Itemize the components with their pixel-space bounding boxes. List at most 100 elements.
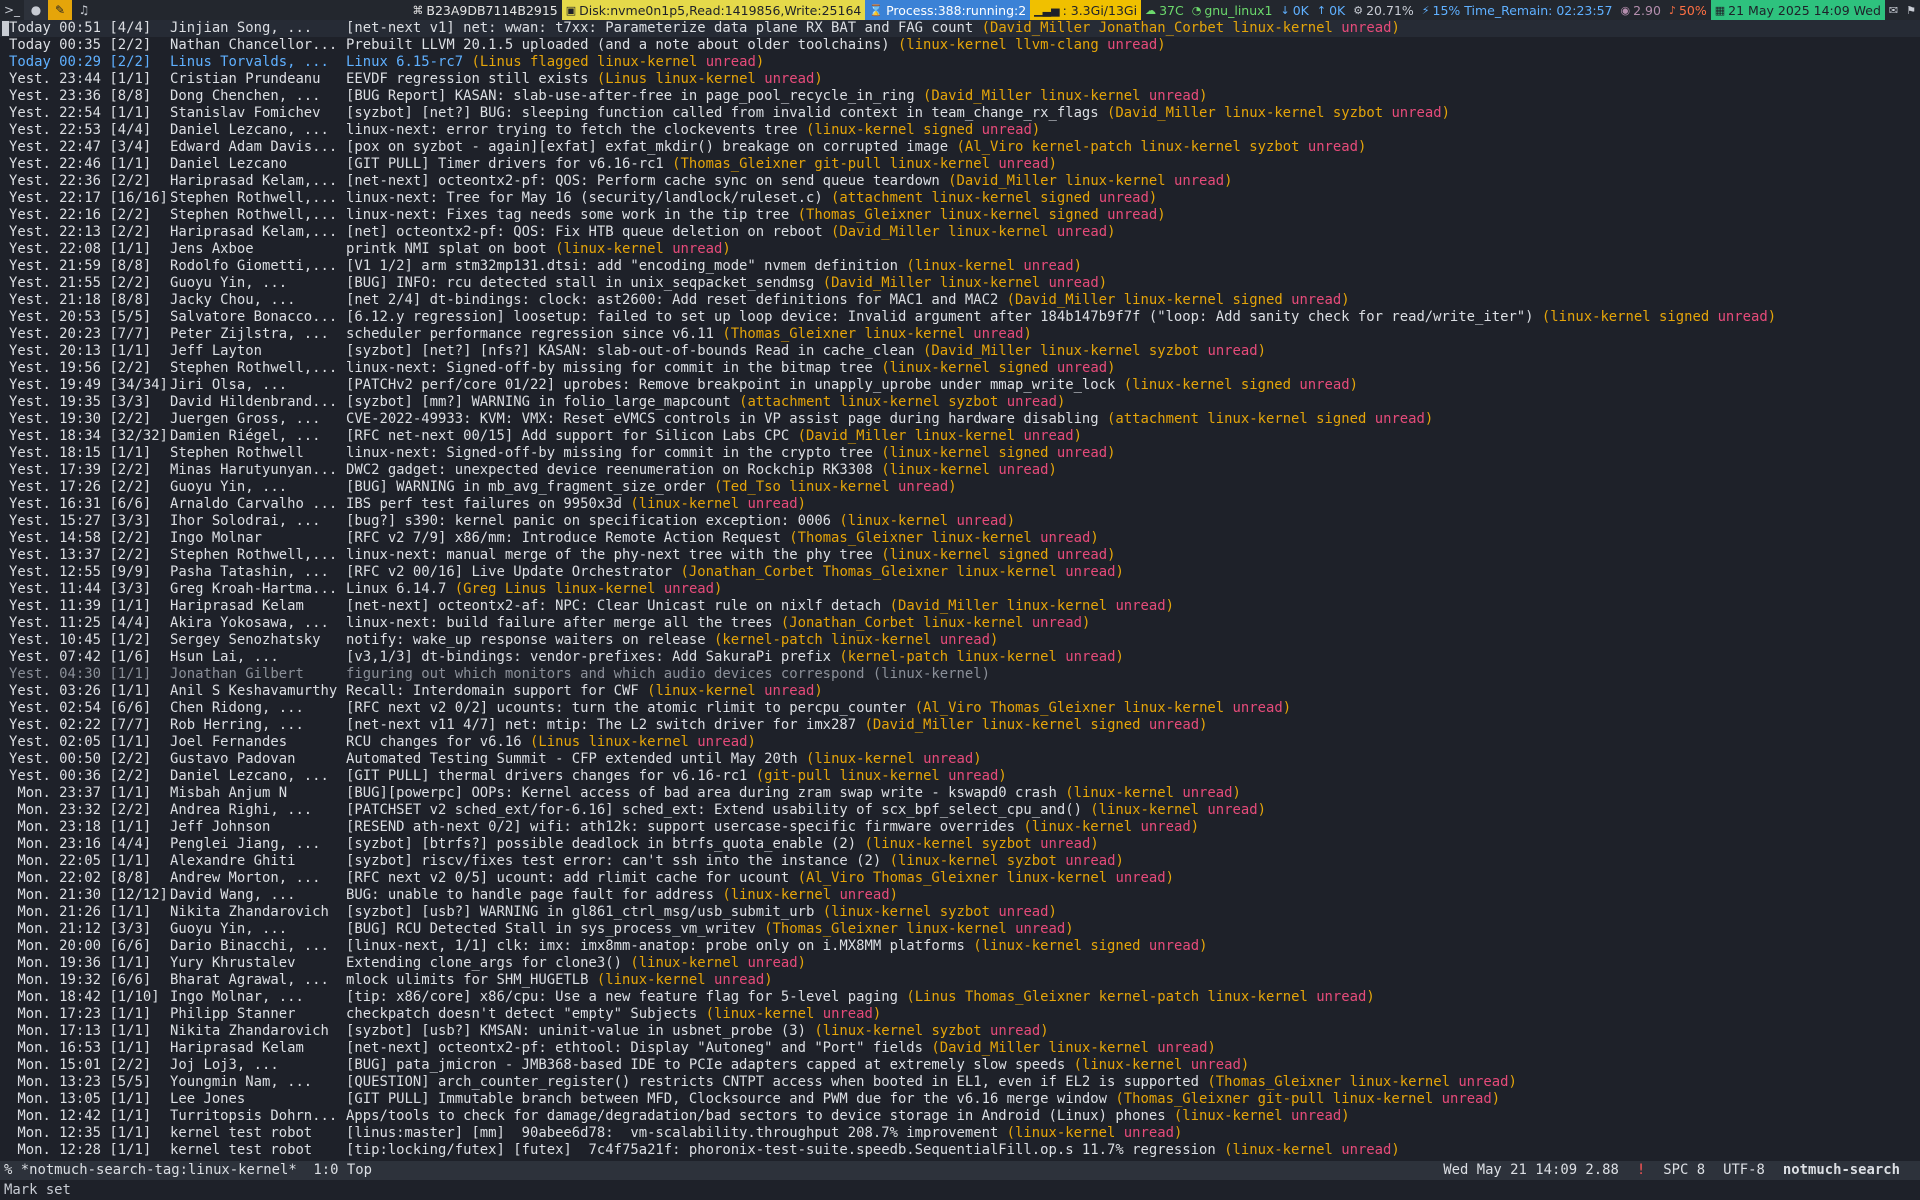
message-row[interactable]: Yest. 07:42 [1/6] Hsun Lai, ... [v3,1/3] d… <box>0 649 1920 666</box>
message-row[interactable]: Yest. 22:17 [16/16] Stephen Rothwell,... l… <box>0 190 1920 207</box>
message-row[interactable]: Yest. 02:05 [1/1] Joel Fernandes RCU chang… <box>0 734 1920 751</box>
message-row[interactable]: Yest. 21:18 [8/8] Jacky Chou, ... [net 2/4… <box>0 292 1920 309</box>
message-row[interactable]: Mon. 12:28 [1/1] kernel test robot [tip:lo… <box>0 1142 1920 1159</box>
message-row[interactable]: Mon. 16:53 [1/1] Hariprasad Kelam [net-nex… <box>0 1040 1920 1057</box>
message-row[interactable]: Yest. 19:35 [3/3] David Hildenbrand... [sy… <box>0 394 1920 411</box>
message-row[interactable]: Yest. 22:13 [2/2] Hariprasad Kelam,... [ne… <box>0 224 1920 241</box>
message-row[interactable]: Mon. 19:36 [1/1] Yury Khrustalev Extending… <box>0 955 1920 972</box>
up-rate-icon: ↑ <box>1316 3 1327 17</box>
workspace-music-icon[interactable]: ♫ <box>72 0 96 20</box>
workspace-editor-icon[interactable]: ✎ <box>48 0 72 20</box>
message-row[interactable]: Mon. 21:26 [1/1] Nikita Zhandarovich [syzb… <box>0 904 1920 921</box>
message-row[interactable]: Yest. 11:39 [1/1] Hariprasad Kelam [net-ne… <box>0 598 1920 615</box>
message-row[interactable]: Mon. 20:00 [6/6] Dario Binacchi, ... [linu… <box>0 938 1920 955</box>
message-row[interactable]: Yest. 20:53 [5/5] Salvatore Bonacco... [6.… <box>0 309 1920 326</box>
message-row[interactable]: Mon. 17:23 [1/1] Philipp Stanner checkpatc… <box>0 1006 1920 1023</box>
message-subject: [BUG] INFO: rcu detected stall in unix_s… <box>346 275 815 291</box>
message-date-count: Mon. 15:01 [2/2] <box>9 1057 170 1074</box>
tag-linux-kernel: linux-kernel <box>1006 598 1108 614</box>
message-row[interactable]: Mon. 13:05 [1/1] Lee Jones [GIT PULL] Immu… <box>0 1091 1920 1108</box>
message-row[interactable]: Mon. 23:37 [1/1] Misbah Anjum N [BUG][powe… <box>0 785 1920 802</box>
message-subject: [RESEND ath-next 0/2] wifi: ath12k: supp… <box>346 819 1016 835</box>
tag-signed: signed <box>998 547 1049 563</box>
message-tags: (linux-kernel) <box>864 666 990 682</box>
message-row[interactable]: Mon. 22:05 [1/1] Alexandre Ghiti [syzbot] … <box>0 853 1920 870</box>
message-row[interactable]: Yest. 22:16 [2/2] Stephen Rothwell,... lin… <box>0 207 1920 224</box>
message-date: Today 00:51 <box>9 20 101 36</box>
message-row[interactable]: Yest. 19:49 [34/34] Jiri Olsa, ... [PATCHv… <box>0 377 1920 394</box>
message-row[interactable]: Yest. 11:25 [4/4] Akira Yokosawa, ... linu… <box>0 615 1920 632</box>
message-row[interactable]: Mon. 21:12 [3/3] Guoyu Yin, ... [BUG] RCU … <box>0 921 1920 938</box>
message-count: [1/1] <box>109 734 152 750</box>
message-row[interactable]: Yest. 19:56 [2/2] Stephen Rothwell,... lin… <box>0 360 1920 377</box>
message-tags: (Jonathan_Corbet linux-kernel unread) <box>772 615 1091 631</box>
message-row[interactable]: Yest. 22:53 [4/4] Daniel Lezcano, ... linu… <box>0 122 1920 139</box>
message-row[interactable]: Yest. 22:47 [3/4] Edward Adam Davis... [po… <box>0 139 1920 156</box>
message-row[interactable]: Yest. 14:58 [2/2] Ingo Molnar [RFC v2 7/9]… <box>0 530 1920 547</box>
tag-linux-kernel: linux-kernel <box>814 751 915 767</box>
workspace-terminal-icon[interactable]: >_ <box>0 0 24 20</box>
message-row[interactable]: Yest. 18:34 [32/32] Damien Riégel, ... [RF… <box>0 428 1920 445</box>
message-row[interactable]: Today 00:29 [2/2] Linus Torvalds, ... Linu… <box>0 54 1920 71</box>
message-date-count: Mon. 16:53 [1/1] <box>9 1040 170 1057</box>
message-row[interactable]: Mon. 17:13 [1/1] Nikita Zhandarovich [syzb… <box>0 1023 1920 1040</box>
message-row[interactable]: Mon. 18:42 [1/10] Ingo Molnar, ... [tip: x… <box>0 989 1920 1006</box>
message-row[interactable]: Yest. 00:50 [2/2] Gustavo Padovan Automate… <box>0 751 1920 768</box>
message-date: Yest. 20:13 <box>9 343 101 359</box>
message-row[interactable]: Yest. 12:55 [9/9] Pasha Tatashin, ... [RFC… <box>0 564 1920 581</box>
message-row[interactable]: Mon. 12:35 [1/1] kernel test robot [linus:… <box>0 1125 1920 1142</box>
message-row[interactable]: Yest. 21:55 [2/2] Guoyu Yin, ... [BUG] INF… <box>0 275 1920 292</box>
message-author: Jacky Chou, ... <box>170 292 296 308</box>
message-row[interactable]: Mon. 22:02 [8/8] Andrew Morton, ... [RFC n… <box>0 870 1920 887</box>
message-row[interactable]: Yest. 15:27 [3/3] Ihor Solodrai, ... [bug?… <box>0 513 1920 530</box>
message-row[interactable]: Yest. 17:39 [2/2] Minas Harutyunyan... DWC… <box>0 462 1920 479</box>
message-row[interactable]: Mon. 13:23 [5/5] Youngmin Nam, ... [QUESTI… <box>0 1074 1920 1091</box>
message-row[interactable]: Yest. 02:22 [7/7] Rob Herring, ... [net-ne… <box>0 717 1920 734</box>
message-subject: [v3,1/3] dt-bindings: vendor-prefixes: A… <box>346 649 832 665</box>
message-row[interactable]: Yest. 02:54 [6/6] Chen Ridong, ... [RFC ne… <box>0 700 1920 717</box>
message-row[interactable]: Yest. 22:54 [1/1] Stanislav Fomichev [syzb… <box>0 105 1920 122</box>
message-subject: [syzbot] riscv/fixes test error: can't s… <box>346 853 882 869</box>
tag-signed: signed <box>1316 411 1367 427</box>
message-row[interactable]: Yest. 20:23 [7/7] Peter Zijlstra, ... sche… <box>0 326 1920 343</box>
message-row[interactable]: Yest. 11:44 [3/3] Greg Kroah-Hartma... Lin… <box>0 581 1920 598</box>
message-row[interactable]: Today 00:51 [4/4] Jinjian Song, ... [net-n… <box>0 20 1920 37</box>
message-row[interactable]: Yest. 17:26 [2/2] Guoyu Yin, ... [BUG] WAR… <box>0 479 1920 496</box>
status-down-rate: ↓ 0K <box>1276 0 1313 20</box>
tag-unread: unread <box>1232 700 1283 716</box>
message-row[interactable]: Yest. 23:36 [8/8] Dong Chenchen, ... [BUG … <box>0 88 1920 105</box>
message-row[interactable]: Yest. 22:36 [2/2] Hariprasad Kelam,... [ne… <box>0 173 1920 190</box>
message-row[interactable]: Mon. 23:18 [1/1] Jeff Johnson [RESEND ath-… <box>0 819 1920 836</box>
message-row[interactable]: Yest. 00:36 [2/2] Daniel Lezcano, ... [GIT… <box>0 768 1920 785</box>
message-row[interactable]: Yest. 23:44 [1/1] Cristian Prundeanu EEVDF… <box>0 71 1920 88</box>
message-date: Yest. 19:49 <box>9 377 101 393</box>
message-row[interactable]: Yest. 19:30 [2/2] Juergen Gross, ... CVE-2… <box>0 411 1920 428</box>
message-row[interactable]: Yest. 10:45 [1/2] Sergey Senozhatsky notif… <box>0 632 1920 649</box>
message-row[interactable]: Yest. 16:31 [6/6] Arnaldo Carvalho ... IBS… <box>0 496 1920 513</box>
message-count: [3/3] <box>109 513 152 529</box>
message-row[interactable]: Yest. 22:46 [1/1] Daniel Lezcano [GIT PULL… <box>0 156 1920 173</box>
message-date-count: Yest. 02:22 [7/7] <box>9 717 170 734</box>
message-row[interactable]: Yest. 13:37 [2/2] Stephen Rothwell,... lin… <box>0 547 1920 564</box>
message-row[interactable]: Mon. 21:30 [12/12] David Wang, ... BUG: un… <box>0 887 1920 904</box>
tag-unread: unread <box>705 54 756 70</box>
message-row[interactable]: Mon. 12:42 [1/1] Turritopsis Dohrn... Apps… <box>0 1108 1920 1125</box>
message-author: Rodolfo Giometti,... <box>170 258 338 274</box>
message-row[interactable]: Mon. 19:32 [6/6] Bharat Agrawal, ... mlock… <box>0 972 1920 989</box>
message-subject: [V1 1/2] arm stm32mp131.dtsi: add "encod… <box>346 258 898 274</box>
message-row[interactable]: Yest. 21:59 [8/8] Rodolfo Giometti,... [V1… <box>0 258 1920 275</box>
warning-indicator[interactable]: ! <box>1637 1161 1645 1180</box>
message-row[interactable]: Mon. 15:01 [2/2] Joj Loj3, ... [BUG] pata_… <box>0 1057 1920 1074</box>
message-row[interactable]: Yest. 03:26 [1/1] Anil S Keshavamurthy Rec… <box>0 683 1920 700</box>
message-row[interactable]: Yest. 20:13 [1/1] Jeff Layton [syzbot] [ne… <box>0 343 1920 360</box>
message-row[interactable]: Yest. 18:15 [1/1] Stephen Rothwell linux-n… <box>0 445 1920 462</box>
message-row[interactable]: Mon. 23:16 [4/4] Penglei Jiang, ... [syzbo… <box>0 836 1920 853</box>
message-list[interactable]: Today 00:51 [4/4] Jinjian Song, ... [net-n… <box>0 20 1920 1162</box>
tag-unread: unread <box>956 513 1007 529</box>
message-subject: DWC2 gadget: unexpected device reenumera… <box>346 462 873 478</box>
message-row[interactable]: Mon. 23:32 [2/2] Andrea Righi, ... [PATCHS… <box>0 802 1920 819</box>
message-row[interactable]: Today 00:35 [2/2] Nathan Chancellor... Pre… <box>0 37 1920 54</box>
message-row[interactable]: Yest. 04:30 [1/1] Jonathan Gilbert figurin… <box>0 666 1920 683</box>
workspace-browser-icon[interactable]: ● <box>24 0 48 20</box>
message-row[interactable]: Yest. 22:08 [1/1] Jens Axboe printk NMI sp… <box>0 241 1920 258</box>
